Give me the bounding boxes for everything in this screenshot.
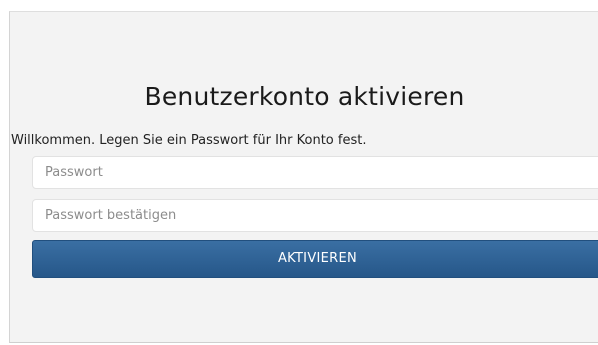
page-title: Benutzerkonto aktivieren (144, 82, 465, 111)
activation-panel: Benutzerkonto aktivieren Willkommen. Leg… (9, 11, 598, 343)
password-input[interactable] (32, 156, 598, 189)
welcome-text: Willkommen. Legen Sie ein Passwort für I… (11, 133, 367, 148)
activate-button[interactable]: AKTIVIEREN (32, 240, 598, 278)
confirm-password-input[interactable] (32, 199, 598, 232)
